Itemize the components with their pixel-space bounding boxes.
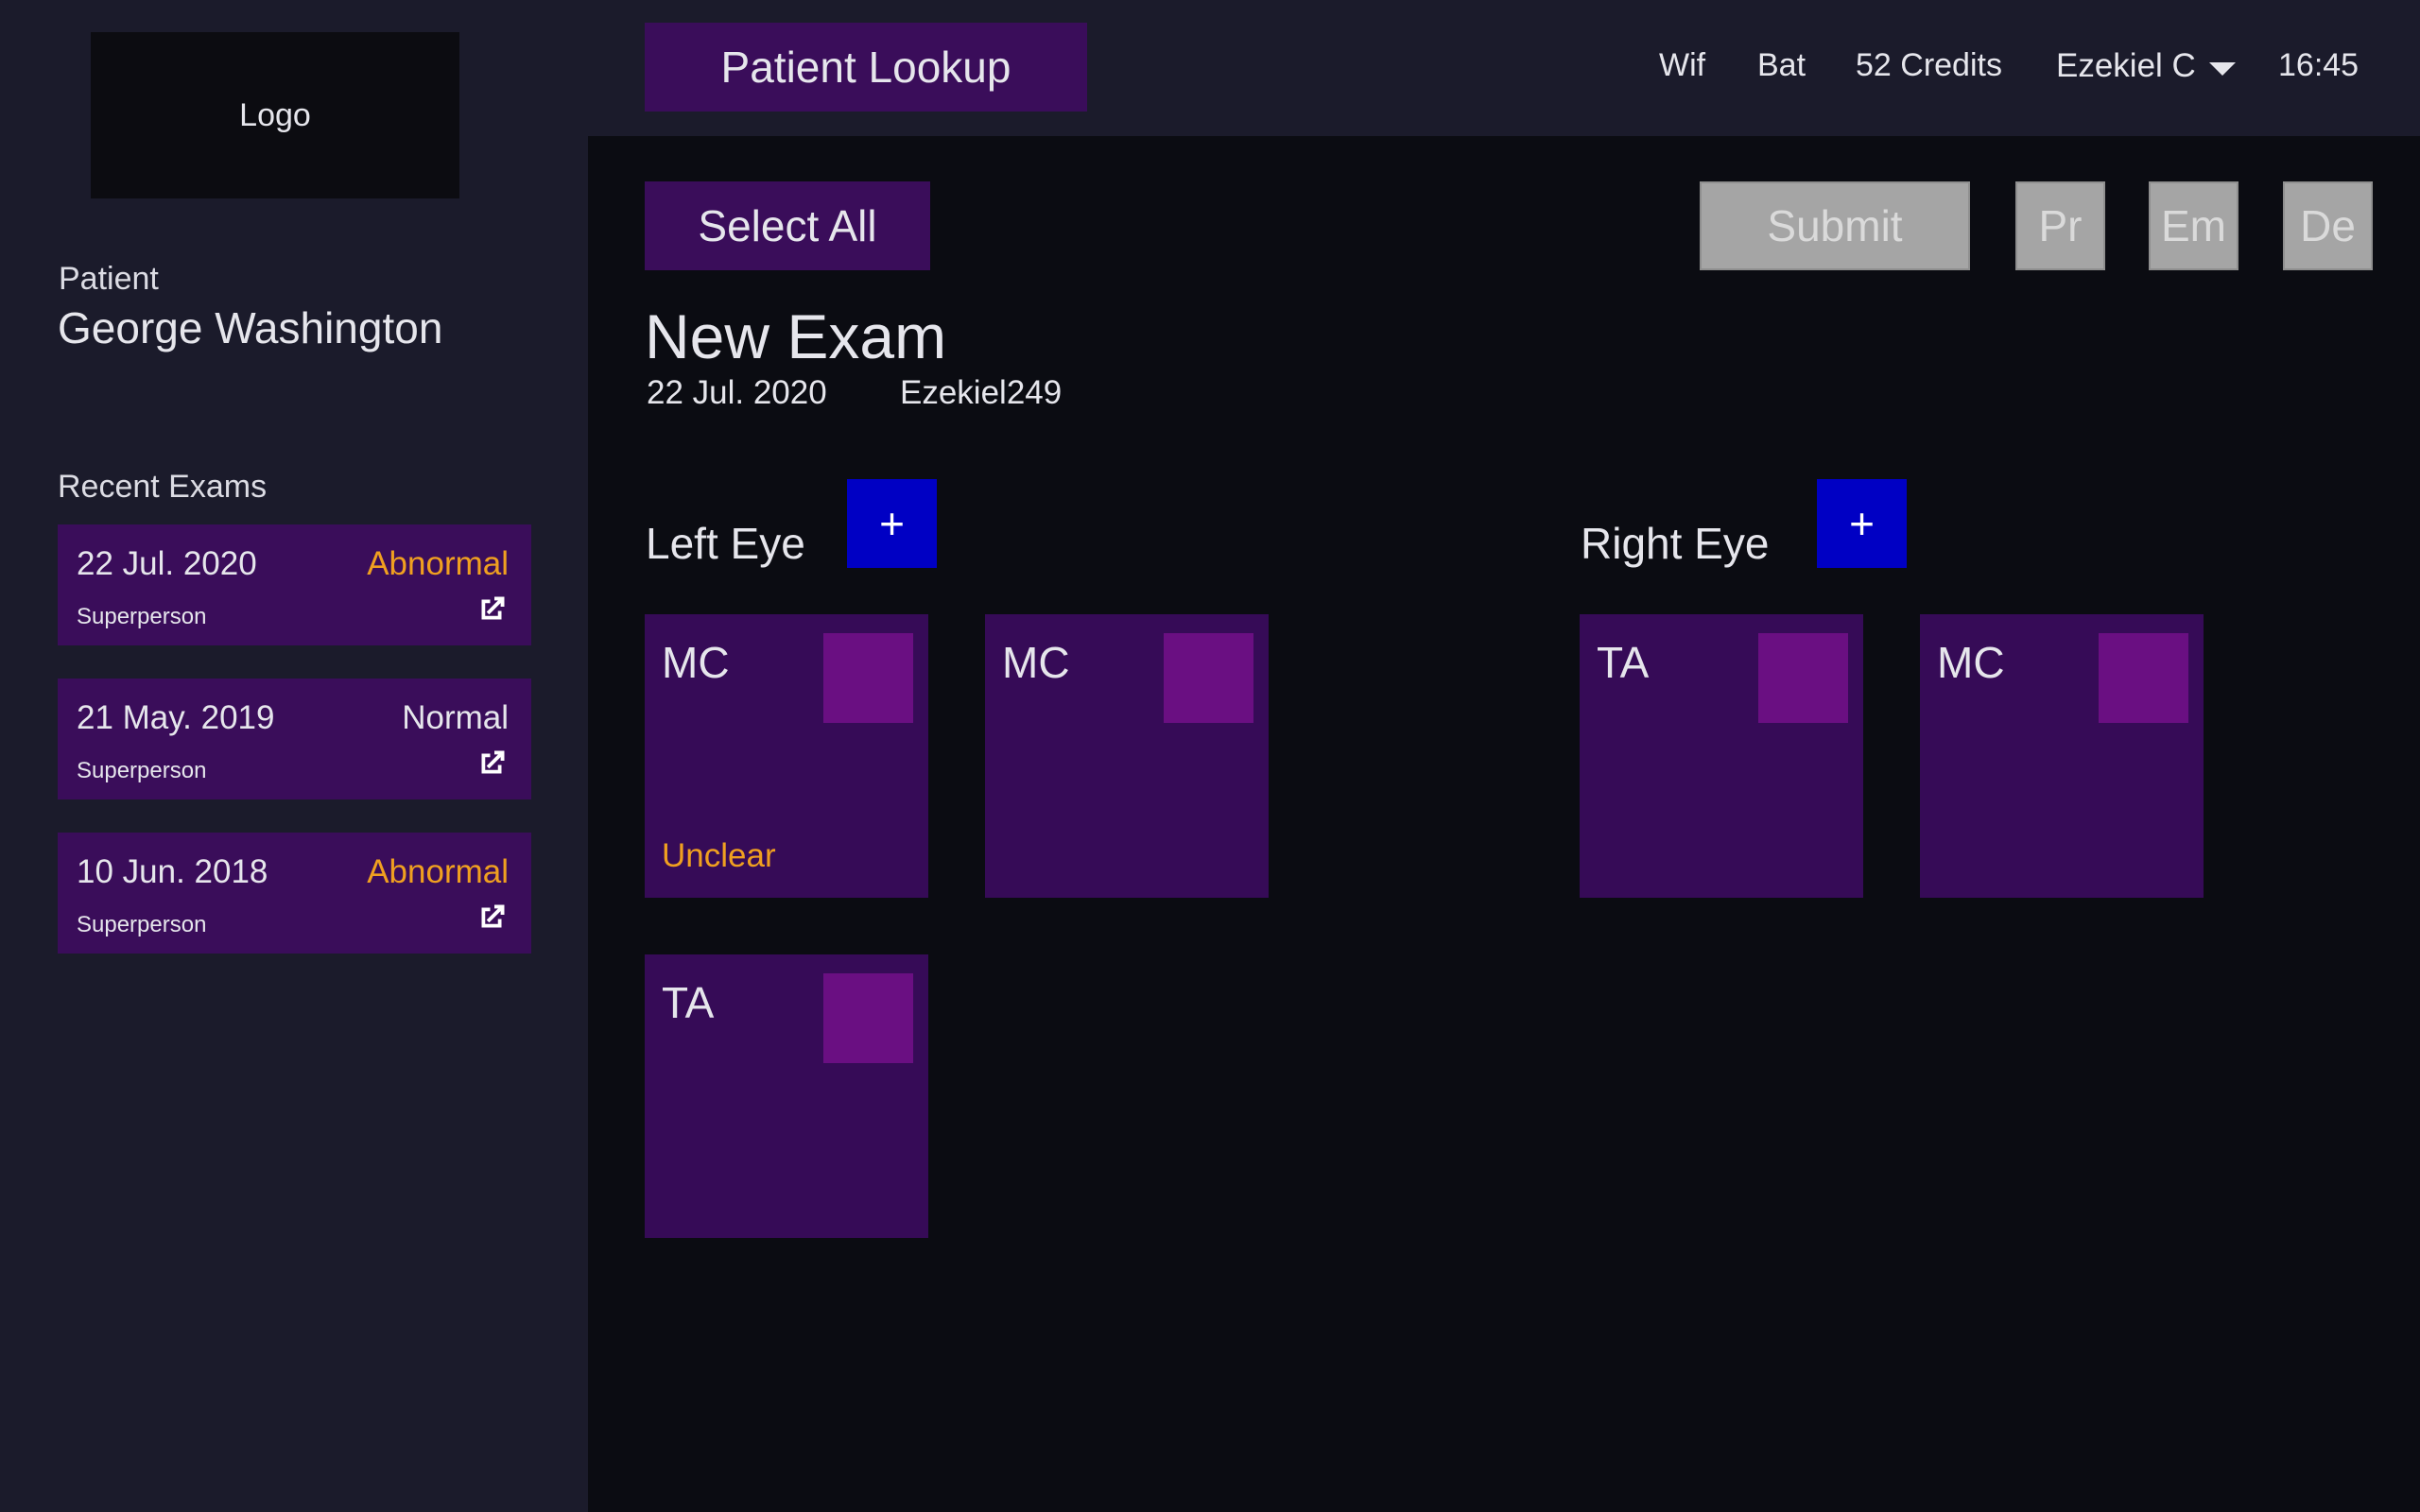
recent-exam-card[interactable]: 10 Jun. 2018 Abnormal Superperson: [58, 833, 531, 954]
image-thumbnail: [823, 633, 913, 723]
image-thumbnail: [2099, 633, 2188, 723]
credits-count: 52 Credits: [1856, 47, 2002, 83]
select-all-button[interactable]: Select All: [645, 181, 930, 270]
em-button[interactable]: Em: [2149, 181, 2238, 270]
image-thumbnail: [1164, 633, 1253, 723]
image-type-label: MC: [1937, 638, 2005, 687]
right-eye-image-card[interactable]: TA: [1580, 614, 1863, 898]
image-type-label: MC: [1002, 638, 1070, 687]
left-eye-label: Left Eye: [646, 519, 805, 568]
recent-exam-card[interactable]: 22 Jul. 2020 Abnormal Superperson: [58, 524, 531, 645]
recent-exam-examiner: Superperson: [77, 604, 207, 629]
patient-caption: Patient: [59, 261, 159, 297]
recent-exam-status: Abnormal: [367, 545, 509, 582]
recent-exam-examiner: Superperson: [77, 758, 207, 783]
recent-exam-date: 21 May. 2019: [77, 699, 275, 736]
patient-name: George Washington: [58, 303, 443, 352]
image-type-label: MC: [662, 638, 730, 687]
left-eye-image-card[interactable]: MC: [985, 614, 1269, 898]
right-eye-image-card[interactable]: MC: [1920, 614, 2204, 898]
exam-title: New Exam: [645, 301, 947, 371]
add-right-eye-image-button[interactable]: +: [1817, 479, 1907, 568]
user-menu[interactable]: Ezekiel C: [2056, 47, 2236, 85]
image-quality-flag: Unclear: [662, 837, 776, 874]
image-type-label: TA: [1597, 638, 1650, 687]
recent-exam-examiner: Superperson: [77, 912, 207, 937]
image-type-label: TA: [662, 978, 715, 1027]
image-thumbnail: [823, 973, 913, 1063]
right-eye-label: Right Eye: [1581, 519, 1770, 568]
submit-button[interactable]: Submit: [1700, 181, 1970, 270]
external-link-icon[interactable]: [475, 593, 509, 627]
recent-exam-status: Abnormal: [367, 853, 509, 890]
sidebar: Logo Patient George Washington Recent Ex…: [0, 0, 588, 1512]
recent-exam-date: 22 Jul. 2020: [77, 545, 257, 582]
patient-lookup-button[interactable]: Patient Lookup: [645, 23, 1087, 112]
external-link-icon[interactable]: [475, 901, 509, 935]
image-thumbnail: [1758, 633, 1848, 723]
clock: 16:45: [2278, 47, 2360, 83]
logo: Logo: [91, 32, 459, 198]
external-link-icon[interactable]: [475, 747, 509, 781]
user-name: Ezekiel C: [2056, 47, 2196, 84]
left-eye-image-card[interactable]: TA: [645, 954, 928, 1238]
chevron-down-icon: [2208, 62, 2236, 76]
wifi-status: Wif: [1659, 47, 1706, 83]
recent-exam-card[interactable]: 21 May. 2019 Normal Superperson: [58, 679, 531, 799]
battery-status: Bat: [1757, 47, 1806, 83]
pr-button[interactable]: Pr: [2015, 181, 2105, 270]
de-button[interactable]: De: [2283, 181, 2373, 270]
recent-exams-title: Recent Exams: [58, 469, 268, 505]
recent-exam-date: 10 Jun. 2018: [77, 853, 268, 890]
exam-operator: Ezekiel249: [900, 374, 1063, 411]
recent-exam-status: Normal: [402, 699, 509, 736]
left-eye-image-card[interactable]: MC Unclear: [645, 614, 928, 898]
exam-date: 22 Jul. 2020: [647, 374, 827, 411]
add-left-eye-image-button[interactable]: +: [847, 479, 937, 568]
